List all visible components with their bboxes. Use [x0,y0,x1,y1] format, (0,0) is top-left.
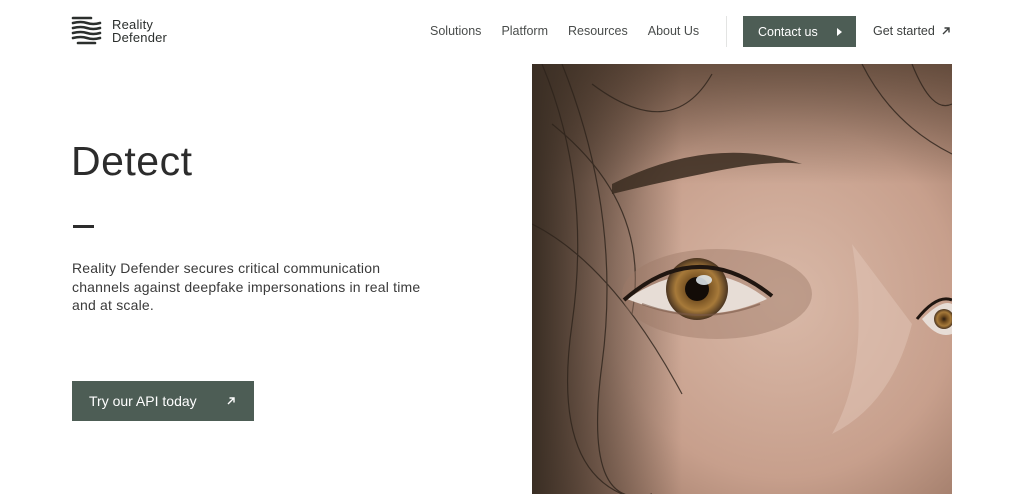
try-api-button[interactable]: Try our API today [72,381,254,421]
brand-name: Reality Defender [112,18,167,44]
hero-face-image [532,64,952,494]
nav-item-platform[interactable]: Platform [501,24,548,38]
face-closeup-illustration [532,64,952,494]
brand-line-2: Defender [112,30,168,45]
contact-us-label: Contact us [758,24,818,39]
title-dash [73,225,94,228]
hero-description: Reality Defender secures critical commun… [72,260,421,313]
nav-divider [726,16,727,47]
brand-logo[interactable]: Reality Defender [71,15,167,47]
caret-right-icon [837,27,842,36]
main-nav: Solutions Platform Resources About Us [430,24,699,38]
get-started-label: Get started [873,24,935,38]
logo-mark-icon [71,16,102,45]
nav-item-solutions[interactable]: Solutions [430,24,481,38]
nav-item-resources[interactable]: Resources [568,24,628,38]
arrow-up-right-icon [942,27,950,35]
get-started-link[interactable]: Get started [873,24,951,38]
nav-item-about-us[interactable]: About Us [648,24,699,38]
hero-title: Detect [71,138,193,184]
try-api-label: Try our API today [89,393,197,409]
contact-us-button[interactable]: Contact us [743,16,856,47]
arrow-up-right-icon [227,397,235,405]
